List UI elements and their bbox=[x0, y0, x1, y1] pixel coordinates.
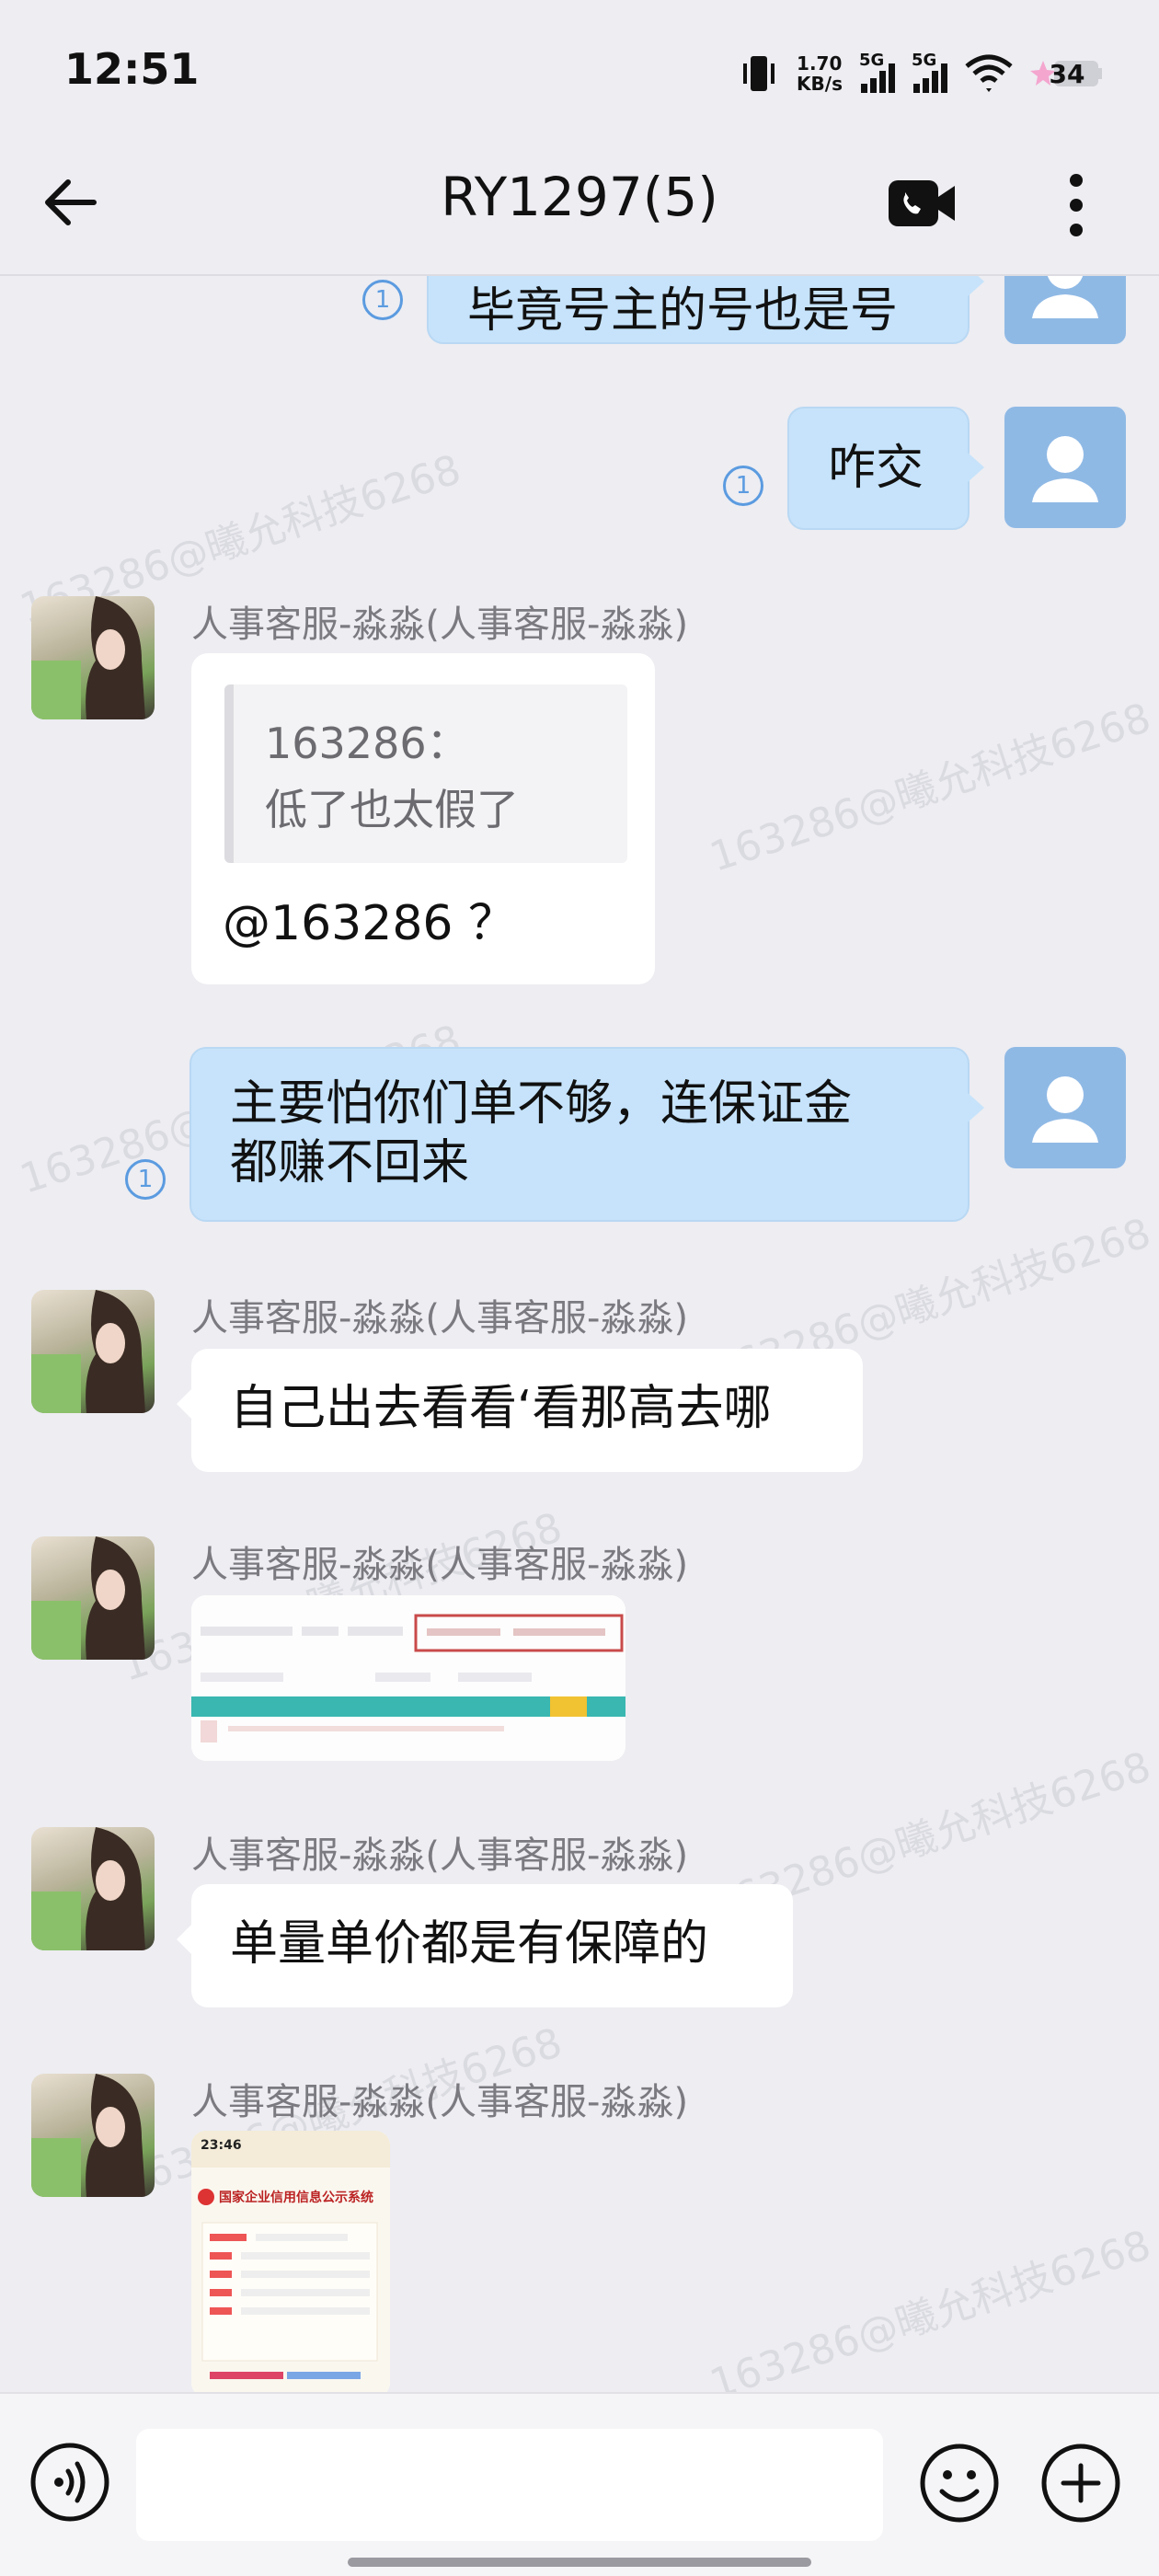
emoji-icon[interactable] bbox=[918, 2442, 1001, 2524]
battery-level: 34 bbox=[1049, 58, 1085, 89]
quoted-message[interactable]: 163286： 低了也太假了 bbox=[224, 684, 627, 863]
watermark: 163286@曦允科技6268 bbox=[704, 694, 1156, 881]
screenshot-thumbnail bbox=[191, 2131, 390, 2392]
sender-name: 人事客服-淼淼(人事客服-淼淼) bbox=[191, 2081, 689, 2123]
message-bubble-self[interactable]: 毕竟号主的号也是号 bbox=[427, 276, 984, 344]
signal2-label: 5G bbox=[912, 51, 937, 70]
avatar[interactable] bbox=[31, 596, 155, 719]
more-vert-icon[interactable] bbox=[1049, 164, 1104, 247]
image-status-time: 23:46 bbox=[201, 2138, 242, 2153]
watermark: 163286@曦允科技6268 bbox=[704, 2221, 1156, 2392]
sender-name: 人事客服-淼淼(人事客服-淼淼) bbox=[191, 1297, 689, 1340]
home-indicator[interactable] bbox=[348, 2558, 811, 2567]
status-bar: 12:51 1.70 KB/s 5G 5G 34 bbox=[0, 0, 1159, 138]
plus-icon[interactable] bbox=[1039, 2442, 1122, 2524]
wifi-icon bbox=[965, 54, 1013, 92]
avatar[interactable] bbox=[31, 1827, 155, 1950]
message-text-line2: 都赚不回来 bbox=[230, 1135, 470, 1190]
image-message[interactable] bbox=[191, 1595, 625, 1761]
net-speed: 1.70 KB/s bbox=[797, 53, 843, 94]
chat-title: RY1297(5) bbox=[441, 166, 718, 228]
read-count-badge: 1 bbox=[723, 466, 763, 506]
chat-header: RY1297(5) bbox=[0, 138, 1159, 276]
message-bubble-other[interactable]: 163286： 低了也太假了 @163286 ？ bbox=[191, 653, 655, 984]
message-text: 毕竟号主的号也是号 bbox=[467, 283, 899, 339]
sender-name: 人事客服-淼淼(人事客服-淼淼) bbox=[191, 1834, 689, 1877]
image-message[interactable]: 23:46 国家企业信用信息公示系统 bbox=[191, 2131, 390, 2392]
message-text-line1: 主要怕你们单不够，连保证金 bbox=[230, 1076, 853, 1132]
vibrate-icon bbox=[743, 56, 775, 91]
message-bubble-self[interactable]: 主要怕你们单不够，连保证金 都赚不回来 bbox=[189, 1047, 984, 1222]
net-speed-value: 1.70 bbox=[797, 52, 843, 75]
avatar[interactable] bbox=[31, 1536, 155, 1660]
signal1-label: 5G bbox=[859, 51, 885, 70]
message-bubble-self[interactable]: 咋交 bbox=[787, 407, 984, 530]
read-count-badge: 1 bbox=[125, 1159, 166, 1200]
sender-name: 人事客服-淼淼(人事客服-淼淼) bbox=[191, 1544, 689, 1586]
message-input[interactable] bbox=[136, 2429, 883, 2541]
input-bar bbox=[0, 2392, 1159, 2576]
message-text: 自己出去看看‘看那高去哪 bbox=[230, 1381, 772, 1436]
signal-icon: 5G bbox=[859, 51, 895, 93]
avatar[interactable] bbox=[31, 1290, 155, 1413]
net-speed-unit: KB/s bbox=[797, 73, 843, 95]
message-list[interactable]: 163286@曦允科技6268 163286@曦允科技6268 163286@曦… bbox=[0, 276, 1159, 2392]
voice-icon[interactable] bbox=[29, 2442, 110, 2523]
message-bubble-other[interactable]: 自己出去看看‘看那高去哪 bbox=[177, 1349, 863, 1472]
avatar[interactable] bbox=[1004, 1047, 1126, 1168]
quote-author: 163286： bbox=[265, 719, 469, 768]
status-icons: 1.70 KB/s 5G 5G 34 bbox=[738, 46, 1104, 101]
avatar[interactable] bbox=[1004, 276, 1126, 344]
quote-text: 低了也太假了 bbox=[265, 785, 519, 834]
avatar[interactable] bbox=[1004, 407, 1126, 528]
message-text: 单量单价都是有保障的 bbox=[230, 1916, 709, 1972]
image-site-title: 国家企业信用信息公示系统 bbox=[219, 2191, 373, 2205]
status-time: 12:51 bbox=[64, 44, 200, 94]
avatar[interactable] bbox=[31, 2074, 155, 2197]
message-text: @163286 ？ bbox=[223, 896, 517, 951]
video-call-icon[interactable] bbox=[885, 171, 958, 236]
screenshot-thumbnail bbox=[191, 1595, 625, 1761]
read-count-badge: 1 bbox=[362, 280, 403, 320]
signal-icon-2: 5G bbox=[912, 51, 947, 93]
sender-name: 人事客服-淼淼(人事客服-淼淼) bbox=[191, 604, 689, 646]
message-text: 咋交 bbox=[828, 441, 924, 496]
message-bubble-other[interactable]: 单量单价都是有保障的 bbox=[177, 1884, 793, 2007]
battery-icon: 34 bbox=[1030, 55, 1104, 92]
